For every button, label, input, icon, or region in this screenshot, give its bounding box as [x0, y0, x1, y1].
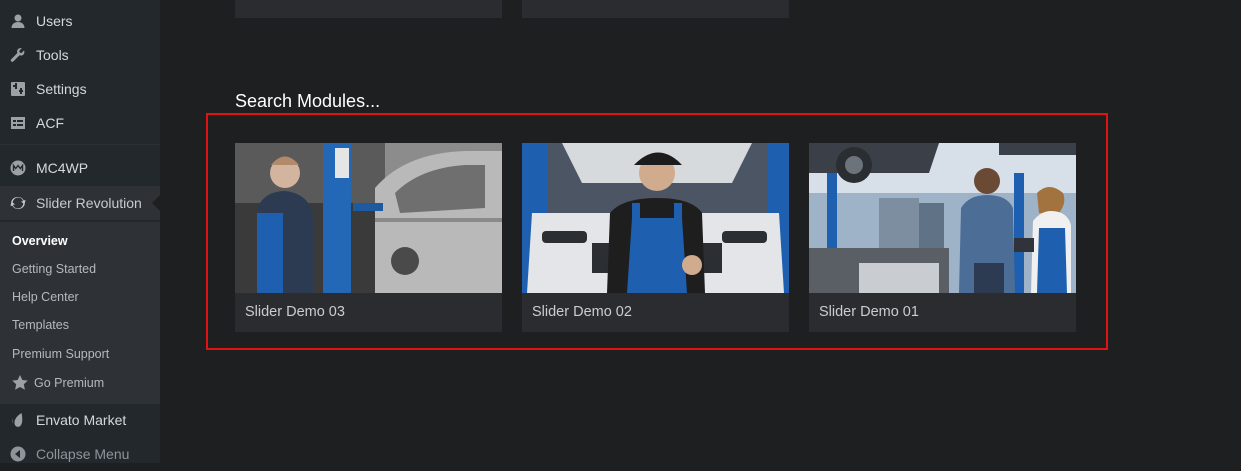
module-card[interactable]: Slider Demo 03	[235, 143, 502, 332]
module-card-partial[interactable]	[522, 0, 789, 18]
module-thumbnail	[809, 143, 1076, 293]
submenu-item-go-premium[interactable]: Go Premium	[12, 375, 104, 390]
sidebar-item-slider-revolution[interactable]: Slider Revolution	[0, 186, 160, 220]
go-premium-label: Go Premium	[34, 375, 105, 390]
mc4wp-icon	[9, 159, 27, 177]
wrench-icon	[9, 46, 27, 64]
submenu-item-overview[interactable]: Overview	[12, 234, 68, 248]
settings-icon	[9, 80, 27, 98]
collapse-menu-button[interactable]: Collapse Menu	[0, 437, 160, 471]
slider-revolution-submenu: Overview Getting Started Help Center Tem…	[0, 222, 160, 404]
sidebar-item-label: Envato Market	[36, 412, 127, 428]
module-card-partial[interactable]	[235, 0, 502, 18]
sidebar-item-label: MC4WP	[36, 160, 89, 176]
admin-sidebar: Users Tools Settings ACF MC4WP Slider Re…	[0, 0, 160, 463]
sidebar-item-label: Slider Revolution	[36, 195, 142, 211]
sidebar-item-settings[interactable]: Settings	[0, 72, 160, 106]
current-menu-arrow	[152, 195, 160, 211]
sidebar-item-label: ACF	[36, 115, 64, 131]
envato-icon	[9, 411, 27, 429]
submenu-item-premium-support[interactable]: Premium Support	[12, 347, 109, 361]
submenu-item-help-center[interactable]: Help Center	[12, 290, 79, 304]
sidebar-item-envato-market[interactable]: Envato Market	[0, 403, 160, 437]
star-icon	[12, 375, 28, 390]
sidebar-item-label: Users	[36, 13, 73, 29]
sidebar-item-users[interactable]: Users	[0, 4, 160, 38]
module-thumbnail	[522, 143, 789, 293]
sidebar-item-label: Collapse Menu	[36, 446, 130, 462]
module-card[interactable]: Slider Demo 02	[522, 143, 789, 332]
sidebar-item-mc4wp[interactable]: MC4WP	[0, 151, 160, 185]
sidebar-divider	[0, 144, 160, 145]
module-title: Slider Demo 02	[532, 304, 632, 320]
user-icon	[9, 12, 27, 30]
submenu-item-getting-started[interactable]: Getting Started	[12, 262, 96, 276]
module-title: Slider Demo 03	[245, 304, 345, 320]
section-title: Search Modules...	[235, 91, 381, 111]
sidebar-item-label: Settings	[36, 81, 87, 97]
table-icon	[9, 114, 27, 132]
sidebar-item-acf[interactable]: ACF	[0, 106, 160, 140]
module-card[interactable]: Slider Demo 01	[809, 143, 1076, 332]
sidebar-item-tools[interactable]: Tools	[0, 38, 160, 72]
module-title: Slider Demo 01	[819, 304, 919, 320]
collapse-icon	[9, 445, 27, 463]
submenu-item-templates[interactable]: Templates	[12, 318, 69, 332]
module-thumbnail	[235, 143, 502, 293]
sidebar-item-label: Tools	[36, 47, 69, 63]
refresh-icon	[9, 194, 27, 212]
